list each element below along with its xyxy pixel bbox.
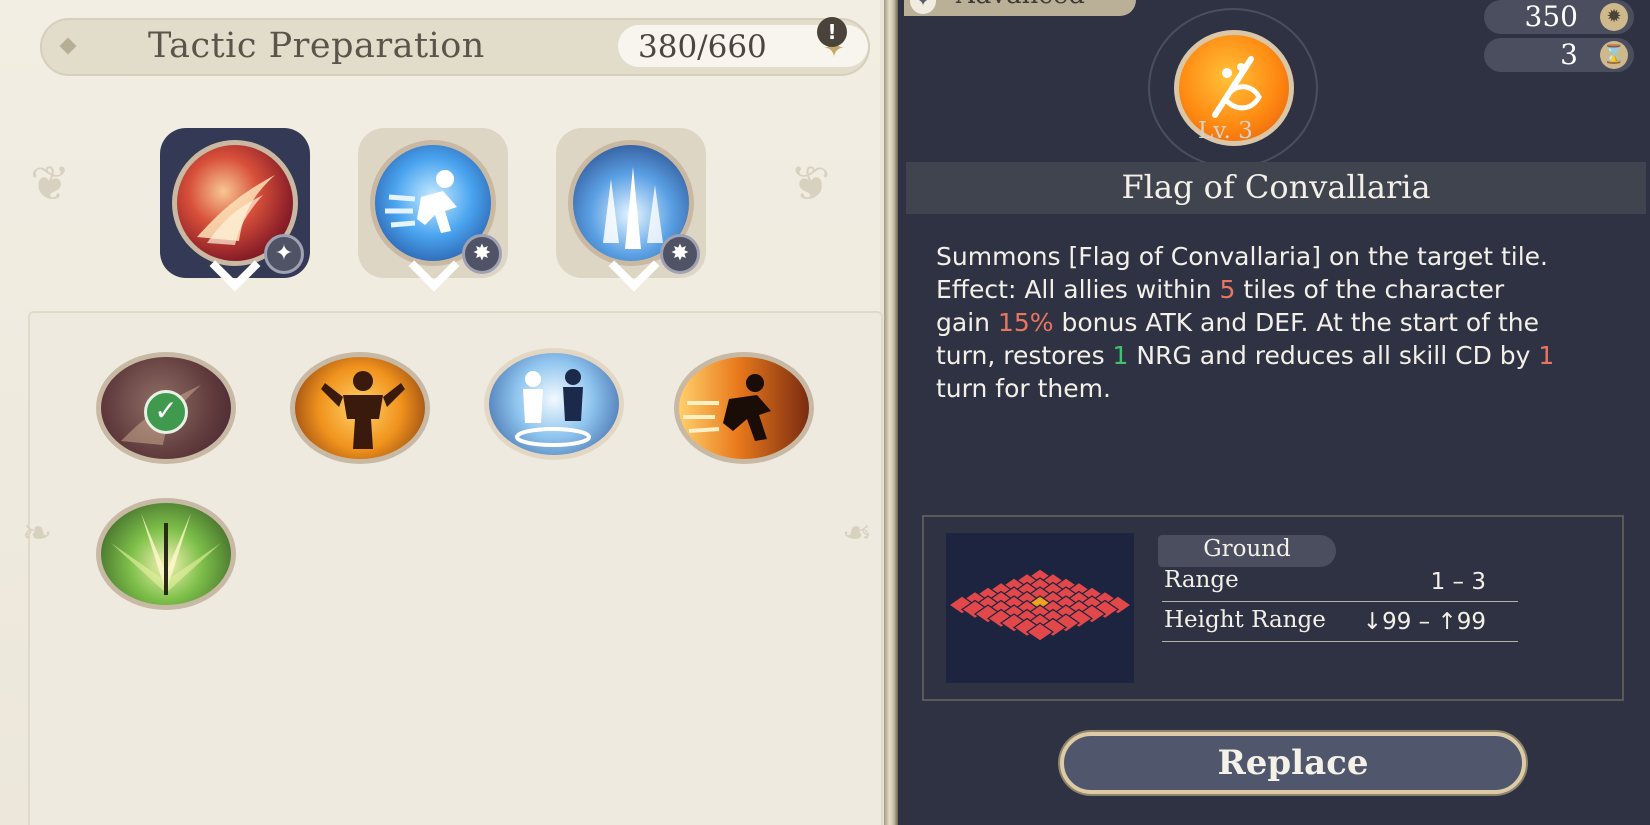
skill-pool-item-4[interactable] <box>674 352 814 468</box>
aoe-grid-icon <box>947 568 1133 642</box>
skill-pool-item-5[interactable] <box>96 498 236 614</box>
points-value: 380/660 <box>638 29 767 65</box>
row-divider <box>1162 641 1518 642</box>
skill-name: Flag of Convallaria <box>1121 168 1431 206</box>
running-figure-icon <box>683 374 771 441</box>
desc-text: NRG and reduces all skill CD by <box>1128 341 1539 370</box>
scroll-ornament-left-icon: ❧ <box>22 513 53 554</box>
tier-label: Advanced <box>956 0 1085 10</box>
flag-icon <box>1212 56 1262 118</box>
desc-value-cd: 1 <box>1538 341 1555 370</box>
skill-title-bar: Flag of Convallaria <box>906 162 1646 214</box>
skill-pool-item-2[interactable] <box>290 352 430 468</box>
chevron-down-icon <box>406 258 456 284</box>
two-figures-icon <box>515 369 591 447</box>
sprint-skill-icon <box>674 352 814 464</box>
desc-text: turn for them. <box>936 374 1111 403</box>
range-info-box: Ground Range 1 – 3 Height Range ↓99 – ↑9… <box>922 515 1624 701</box>
scroll-ornament-right-icon: ❦ <box>790 156 831 212</box>
diamond-ornament-icon <box>59 37 77 55</box>
flexing-figure-icon <box>321 371 405 449</box>
chevron-down-icon <box>606 258 656 284</box>
range-value: 1 – 3 <box>1430 569 1486 595</box>
panel-divider <box>884 0 898 825</box>
sparkle-icon: ✸ <box>660 234 700 274</box>
replace-button[interactable]: Replace <box>1060 732 1526 794</box>
panel-title: Tactic Preparation <box>148 26 485 66</box>
desc-value-nrg: 1 <box>1112 341 1129 370</box>
cooldown-value: 3 <box>1560 38 1578 71</box>
tactic-preparation-panel: Tactic Preparation 380/660 ✦ ! ❦ ❦ ✦ ✸ ✸… <box>0 0 883 825</box>
targeting-type: Ground <box>1203 536 1291 562</box>
hourglass-icon: ⌛ <box>1600 41 1628 69</box>
skill-detail-panel: ✦ Advanced 350 ✹ 3 ⌛ Lv. 3 Flag of Conva… <box>898 0 1650 825</box>
height-range-label: Height Range <box>1164 607 1326 633</box>
sun-icon: ✹ <box>1600 3 1628 31</box>
scroll-ornament-left-icon: ❦ <box>30 156 71 212</box>
skill-pool-item-3[interactable] <box>484 348 630 464</box>
desc-value-radius: 5 <box>1219 275 1236 304</box>
exclamation-icon[interactable]: ! <box>817 17 847 47</box>
skill-description: Summons [Flag of Convallaria] on the tar… <box>936 240 1556 405</box>
check-icon: ✓ <box>144 390 188 434</box>
area-of-effect-map <box>946 533 1134 683</box>
flag-of-convallaria-skill-icon <box>96 498 236 610</box>
targeting-type-chip: Ground <box>1158 535 1336 567</box>
skill-pool-item-1[interactable]: ✓ <box>96 352 236 468</box>
light-burst-icon <box>111 513 221 595</box>
replace-button-label: Replace <box>1217 743 1369 783</box>
swap-position-skill-icon <box>484 348 624 460</box>
sparkle-icon: ✸ <box>462 234 502 274</box>
cooldown-stat: 3 ⌛ <box>1484 38 1634 72</box>
height-range-value: ↓99 – ↑99 <box>1362 609 1486 635</box>
cost-stat: 350 ✹ <box>1484 0 1634 34</box>
star-icon: ✦ <box>910 0 936 14</box>
skill-level: Lv. 3 <box>1198 118 1253 144</box>
scroll-ornament-right-icon: ❧ <box>842 513 873 554</box>
range-label: Range <box>1164 567 1239 593</box>
power-surge-skill-icon <box>290 352 430 464</box>
desc-value-bonus: 15% <box>997 308 1054 337</box>
sparkle-icon: ✦ <box>264 234 304 274</box>
title-bar: Tactic Preparation 380/660 ✦ <box>40 18 870 76</box>
row-divider <box>1162 601 1518 602</box>
chevron-down-icon <box>207 258 257 284</box>
cost-value: 350 <box>1524 0 1578 33</box>
tier-tab: ✦ Advanced <box>904 0 1136 16</box>
